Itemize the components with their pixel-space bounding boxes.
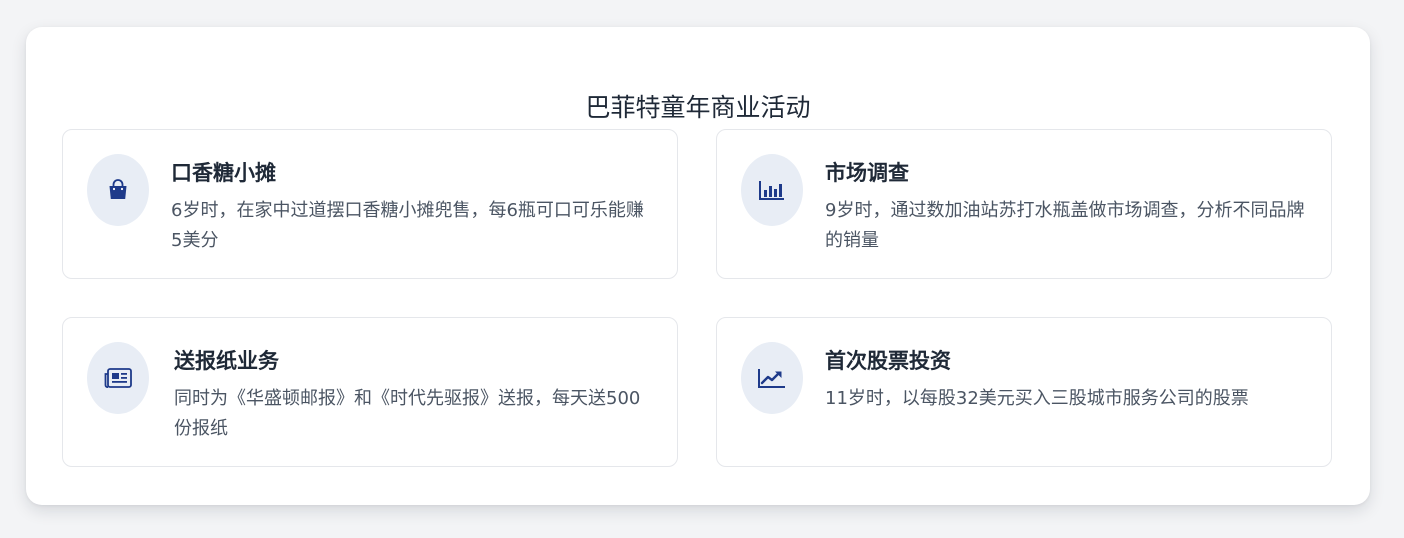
activity-card-gum-stand: 口香糖小摊 6岁时，在家中过道摆口香糖小摊兜售，每6瓶可口可乐能赚5美分 [62,129,678,279]
shopping-bag-icon [87,154,149,226]
card-title: 首次股票投资 [825,349,951,373]
bar-chart-icon [741,154,803,226]
activity-card-market-research: 市场调查 9岁时，通过数加油站苏打水瓶盖做市场调查，分析不同品牌的销量 [716,129,1332,279]
card-description: 6岁时，在家中过道摆口香糖小摊兜售，每6瓶可口可乐能赚5美分 [171,200,644,251]
card-description: 同时为《华盛顿邮报》和《时代先驱报》送报，每天送500份报纸 [174,388,641,439]
card-description: 9岁时，通过数加油站苏打水瓶盖做市场调查，分析不同品牌的销量 [825,200,1305,251]
activity-card-newspaper-delivery: 送报纸业务 同时为《华盛顿邮报》和《时代先驱报》送报，每天送500份报纸 [62,317,678,467]
panel-title: 巴菲特童年商业活动 [585,93,811,122]
activity-card-first-stock-investment: 首次股票投资 11岁时，以每股32美元买入三股城市服务公司的股票 [716,317,1332,467]
card-title: 口香糖小摊 [171,161,276,185]
newspaper-icon [87,342,149,414]
card-title: 送报纸业务 [174,349,279,373]
card-description: 11岁时，以每股32美元买入三股城市服务公司的股票 [825,388,1249,409]
line-chart-icon [741,342,803,414]
card-title: 市场调查 [825,161,909,185]
